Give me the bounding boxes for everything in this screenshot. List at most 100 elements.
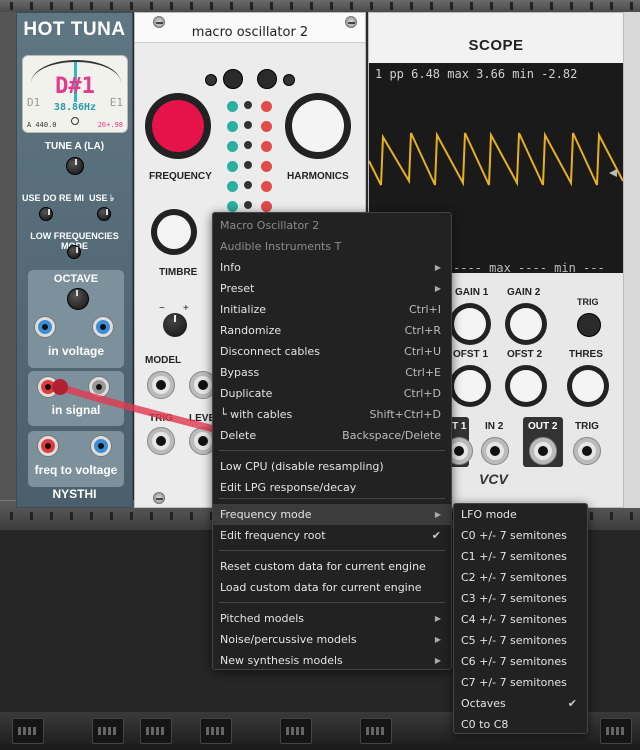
menu-item[interactable]: Initialize Ctrl+I xyxy=(213,299,451,320)
menu-item-label: Load custom data for current engine xyxy=(220,581,422,594)
in2-jack[interactable] xyxy=(481,437,509,465)
menu-item[interactable]: Delete Backspace/Delete xyxy=(213,425,451,446)
submenu-item[interactable]: LFO mode xyxy=(454,504,587,525)
do-re-mi-switch[interactable] xyxy=(39,207,53,221)
submenu-item[interactable]: C2 +/- 7 semitones xyxy=(454,567,587,588)
hot-tuna-module[interactable]: HOT TUNA D#1 D1 E1 38.86Hz A 440.0 26+.9… xyxy=(16,12,133,508)
in2-label: IN 2 xyxy=(485,421,504,432)
menu-item[interactable]: └ with cables Shift+Ctrl+D xyxy=(213,404,451,425)
timbre-knob[interactable] xyxy=(151,209,197,255)
in-signal-jack-2[interactable] xyxy=(88,376,110,398)
thres-label: THRES xyxy=(569,349,603,360)
submenu-item[interactable]: C7 +/- 7 semitones xyxy=(454,672,587,693)
menu-item[interactable]: New synthesis models ▶ xyxy=(213,650,451,671)
use-flat-label: USE ♭ xyxy=(89,193,115,203)
submenu-item[interactable]: C0 to C8 xyxy=(454,714,587,735)
harmonics-knob-cap xyxy=(292,100,344,152)
menu-item[interactable]: Noise/percussive models ▶ xyxy=(213,629,451,650)
submenu-arrow-icon: ▶ xyxy=(434,284,441,293)
tune-knob[interactable] xyxy=(66,157,84,175)
menu-item[interactable]: Randomize Ctrl+R xyxy=(213,320,451,341)
gain1-knob[interactable] xyxy=(449,303,491,345)
menu-item-label: Noise/percussive models xyxy=(220,633,357,646)
submenu-item[interactable]: C0 +/- 7 semitones xyxy=(454,525,587,546)
ofst1-label: OFST 1 xyxy=(453,349,489,360)
menu-item-label: Bypass xyxy=(220,366,260,379)
submenu-item[interactable]: C3 +/- 7 semitones xyxy=(454,588,587,609)
model-led xyxy=(244,141,252,149)
menu-item[interactable]: Load custom data for current engine xyxy=(213,577,451,598)
ofst2-knob[interactable] xyxy=(505,365,547,407)
knob-cap xyxy=(454,308,486,340)
low-freq-switch[interactable] xyxy=(67,245,81,259)
trig-in-jack[interactable] xyxy=(573,437,601,465)
wrench-icon[interactable] xyxy=(205,74,217,86)
menu-item-label: C3 +/- 7 semitones xyxy=(461,592,567,605)
model-led xyxy=(261,121,272,132)
freq-out-jack-2[interactable] xyxy=(90,435,112,457)
menu-item-label: Disconnect cables xyxy=(220,345,320,358)
frequency-knob[interactable] xyxy=(145,93,211,159)
menu-item-label: Delete xyxy=(220,429,257,442)
model-led xyxy=(244,181,252,189)
menu-item[interactable]: Preset ▶ xyxy=(213,278,451,299)
out2-jack[interactable] xyxy=(529,437,557,465)
menu-item-label: Edit LPG response/decay xyxy=(220,481,357,494)
menu-item-label: New synthesis models xyxy=(220,654,343,667)
harmonics-knob[interactable] xyxy=(285,93,351,159)
menu-item[interactable]: Pitched models ▶ xyxy=(213,608,451,629)
attenuverter-knob[interactable] xyxy=(163,313,187,337)
octave-knob[interactable] xyxy=(67,288,89,310)
connector-block xyxy=(600,718,632,744)
menu-item[interactable]: Edit LPG response/decay xyxy=(213,477,451,498)
submenu-arrow-icon: ▶ xyxy=(434,263,441,272)
link-icon[interactable] xyxy=(283,74,295,86)
screw-icon xyxy=(153,492,165,504)
menu-item-label: C7 +/- 7 semitones xyxy=(461,676,567,689)
thres-knob[interactable] xyxy=(567,365,609,407)
trig-button[interactable] xyxy=(577,313,601,337)
module-title: macro oscillator 2 xyxy=(191,25,309,40)
gain1-label: GAIN 1 xyxy=(455,287,489,298)
trig-jack[interactable] xyxy=(147,427,175,455)
menu-item[interactable]: Duplicate Ctrl+D xyxy=(213,383,451,404)
rail-holes xyxy=(0,2,640,10)
submenu-arrow-icon: ▶ xyxy=(434,614,441,623)
right-module-edge xyxy=(624,12,640,508)
ofst1-knob[interactable] xyxy=(449,365,491,407)
submenu-item[interactable]: C1 +/- 7 semitones xyxy=(454,546,587,567)
gain2-knob[interactable] xyxy=(505,303,547,345)
in-signal-jack[interactable] xyxy=(37,376,59,398)
in-voltage-jack-1[interactable] xyxy=(34,316,56,338)
connector-block xyxy=(12,718,44,744)
menu-item[interactable]: Bypass Ctrl+E xyxy=(213,362,451,383)
submenu-item[interactable]: C5 +/- 7 semitones xyxy=(454,630,587,651)
model-next-button[interactable] xyxy=(257,69,277,89)
submenu-item[interactable]: C4 +/- 7 semitones xyxy=(454,609,587,630)
brand-label: NYSTHI xyxy=(52,487,97,501)
scope-stats-ch2: ---- max ---- min --- xyxy=(453,261,605,273)
menu-item[interactable]: Info ▶ xyxy=(213,257,451,278)
freq-out-jack-1[interactable] xyxy=(37,435,59,457)
model-cv-jack[interactable] xyxy=(147,371,175,399)
model-led xyxy=(244,201,252,209)
menu-item-label: Reset custom data for current engine xyxy=(220,560,426,573)
context-menu[interactable]: Macro Oscillator 2 Audible Instruments T I… xyxy=(212,212,452,670)
submenu-item[interactable]: Octaves ✔ xyxy=(454,693,587,714)
attenuverter-minus: − xyxy=(159,303,165,314)
menu-item-label: Info xyxy=(220,261,241,274)
flat-switch[interactable] xyxy=(97,207,111,221)
menu-item[interactable]: Edit frequency root ✔ xyxy=(213,525,451,546)
frequency-mode-submenu[interactable]: LFO mode C0 +/- 7 semitones C1 +/- 7 semit… xyxy=(453,503,588,734)
model-prev-button[interactable] xyxy=(223,69,243,89)
model-led xyxy=(261,101,272,112)
menu-item[interactable]: Reset custom data for current engine xyxy=(213,556,451,577)
menu-item[interactable]: Disconnect cables Ctrl+U xyxy=(213,341,451,362)
in-voltage-jack-2[interactable] xyxy=(92,316,114,338)
submenu-item[interactable]: C6 +/- 7 semitones xyxy=(454,651,587,672)
shortcut-label: Ctrl+I xyxy=(408,303,441,316)
timbre-knob-cap xyxy=(157,215,191,249)
knob-cap xyxy=(572,370,604,402)
menu-item[interactable]: Frequency mode ▶ xyxy=(213,504,451,525)
menu-item[interactable]: Low CPU (disable resampling) xyxy=(213,456,451,477)
